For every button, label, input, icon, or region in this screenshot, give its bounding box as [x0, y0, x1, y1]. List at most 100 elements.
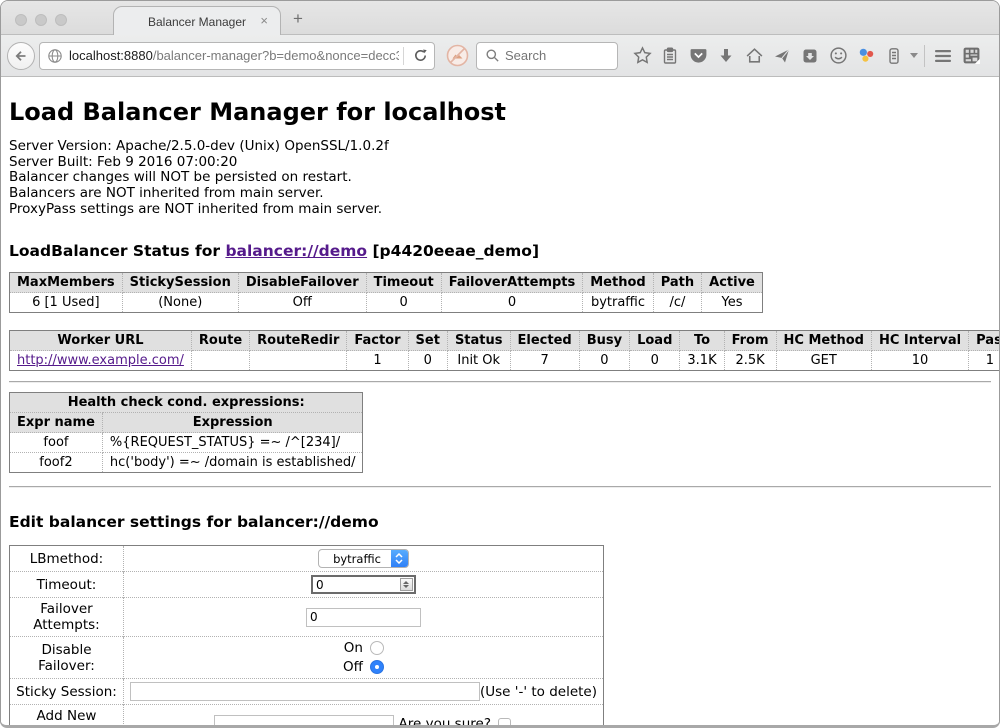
- cell-elected: 7: [510, 351, 579, 371]
- cell-maxmembers: 6 [1 Used]: [10, 293, 123, 313]
- col-stickysession: StickySession: [122, 273, 238, 293]
- health-table-header-row: Expr name Expression: [10, 413, 363, 433]
- colored-dots-extension-icon[interactable]: [852, 42, 880, 70]
- loadbalancer-status-heading: LoadBalancer Status for balancer://demo …: [9, 242, 991, 260]
- col-disablefailover: DisableFailover: [238, 273, 366, 293]
- status-heading-suffix: [p4420eeae_demo]: [367, 242, 539, 260]
- edit-balancer-heading: Edit balancer settings for balancer://de…: [9, 513, 991, 531]
- lbmethod-label: LBmethod:: [10, 546, 124, 572]
- timeout-input[interactable]: [313, 578, 400, 592]
- cell-timeout: 0: [366, 293, 441, 313]
- cell-passes: 1 (0): [969, 351, 999, 371]
- tab-title: Balancer Manager: [148, 15, 246, 29]
- home-button[interactable]: [740, 42, 768, 70]
- cell-from: 2.5K: [724, 351, 776, 371]
- cell-to: 3.1K: [680, 351, 724, 371]
- minimize-window-button[interactable]: [35, 14, 47, 26]
- cell-expr-name: foof: [10, 433, 103, 453]
- col-timeout: Timeout: [366, 273, 441, 293]
- col-factor: Factor: [347, 331, 408, 351]
- chevron-down-icon[interactable]: [908, 42, 920, 70]
- page-title: Load Balancer Manager for localhost: [9, 98, 991, 126]
- are-you-sure-label: Are you sure?: [399, 716, 492, 726]
- urlbar-divider: [403, 47, 404, 65]
- col-method: Method: [583, 273, 653, 293]
- cell-disablefailover: Off: [238, 293, 366, 313]
- failover-attempts-row: Failover Attempts:: [10, 598, 604, 637]
- search-bar[interactable]: [476, 42, 618, 70]
- health-table-row-foof2: foof2 hc('body') =~ /domain is establish…: [10, 453, 363, 473]
- col-maxmembers: MaxMembers: [10, 273, 123, 293]
- off-radio[interactable]: [370, 660, 384, 674]
- lbmethod-selected-value: bytraffic: [319, 552, 391, 566]
- col-path: Path: [653, 273, 701, 293]
- clipboard-icon[interactable]: [656, 42, 684, 70]
- lbmethod-select[interactable]: bytraffic: [318, 549, 409, 568]
- number-spinner-icon[interactable]: [400, 578, 413, 591]
- send-tab-icon[interactable]: [768, 42, 796, 70]
- status-heading-prefix: LoadBalancer Status for: [9, 242, 225, 260]
- cell-active: Yes: [702, 293, 763, 313]
- new-tab-button[interactable]: +: [293, 9, 303, 29]
- url-bar[interactable]: localhost:8880/balancer-manager?b=demo&n…: [39, 42, 435, 70]
- persist-notice-line: Balancer changes will NOT be persisted o…: [9, 170, 991, 186]
- cell-set: 0: [408, 351, 447, 371]
- globe-icon: [47, 48, 63, 64]
- cell-load: 0: [630, 351, 680, 371]
- server-info: Server Version: Apache/2.5.0-dev (Unix) …: [9, 139, 991, 217]
- failover-attempts-label: Failover Attempts:: [10, 598, 124, 637]
- bookmark-star-button[interactable]: [628, 42, 656, 70]
- cell-method: bytraffic: [583, 293, 653, 313]
- tab-balancer-manager[interactable]: Balancer Manager ×: [113, 6, 281, 36]
- images-blocked-button[interactable]: [444, 43, 470, 69]
- search-input[interactable]: [505, 48, 605, 63]
- col-elected: Elected: [510, 331, 579, 351]
- balancer-status-table: MaxMembers StickySession DisableFailover…: [9, 272, 763, 313]
- worker-status-table: Worker URL Route RouteRedir Factor Set S…: [9, 330, 999, 371]
- cell-route: [191, 351, 249, 371]
- cell-hc-interval: 10: [871, 351, 968, 371]
- on-radio[interactable]: [370, 641, 384, 655]
- url-path: /balancer-manager?b=demo&nonce=decc37be-…: [153, 48, 399, 63]
- worker-table-header-row: Worker URL Route RouteRedir Factor Set S…: [10, 331, 1000, 351]
- sticky-session-row: Sticky Session: (Use '-' to delete): [10, 679, 604, 705]
- col-set: Set: [408, 331, 447, 351]
- sticky-session-input[interactable]: [130, 682, 480, 701]
- worker-url-link[interactable]: http://www.example.com/: [17, 353, 184, 368]
- lbmethod-row: LBmethod: bytraffic: [10, 546, 604, 572]
- disable-failover-radios: On Off: [343, 640, 384, 675]
- notes-extension-icon[interactable]: [880, 42, 908, 70]
- server-built-line: Server Built: Feb 9 2016 07:00:20: [9, 155, 991, 171]
- timeout-input-wrap: [311, 575, 416, 594]
- search-icon: [485, 48, 500, 63]
- back-arrow-icon: [13, 48, 29, 64]
- col-passes: Passes: [969, 331, 999, 351]
- disable-failover-row: Disable Failover: On Off: [10, 637, 604, 679]
- cell-path: /c/: [653, 293, 701, 313]
- worker-table-data-row: http://www.example.com/ 1 0 Init Ok 7 0 …: [10, 351, 1000, 371]
- downloads-button[interactable]: [712, 42, 740, 70]
- col-worker-url: Worker URL: [10, 331, 192, 351]
- menu-hamburger-button[interactable]: [929, 42, 957, 70]
- col-status: Status: [447, 331, 510, 351]
- save-page-icon[interactable]: [796, 42, 824, 70]
- are-you-sure-checkbox[interactable]: [498, 718, 511, 726]
- add-worker-input[interactable]: [214, 715, 394, 726]
- sticky-session-label: Sticky Session:: [10, 679, 124, 705]
- balancer-demo-link[interactable]: balancer://demo: [225, 242, 367, 260]
- close-window-button[interactable]: [15, 14, 27, 26]
- zoom-window-button[interactable]: [55, 14, 67, 26]
- add-worker-label: Add New Worker:: [10, 705, 124, 726]
- back-button[interactable]: [7, 42, 35, 70]
- failover-attempts-input[interactable]: [306, 608, 421, 627]
- toolbar-separator: [924, 45, 925, 67]
- off-label: Off: [343, 659, 363, 675]
- cell-expression: hc('body') =~ /domain is established/: [102, 453, 363, 473]
- browser-window: Balancer Manager × + localhost:8880/bala…: [0, 0, 1000, 728]
- feedback-smiley-icon[interactable]: [824, 42, 852, 70]
- screenshot-grid-extension-icon[interactable]: [957, 42, 985, 70]
- tab-close-icon[interactable]: ×: [260, 14, 268, 28]
- reload-button[interactable]: [408, 44, 432, 68]
- pocket-button[interactable]: [684, 42, 712, 70]
- cell-expression: %{REQUEST_STATUS} =~ /^[234]/: [102, 433, 363, 453]
